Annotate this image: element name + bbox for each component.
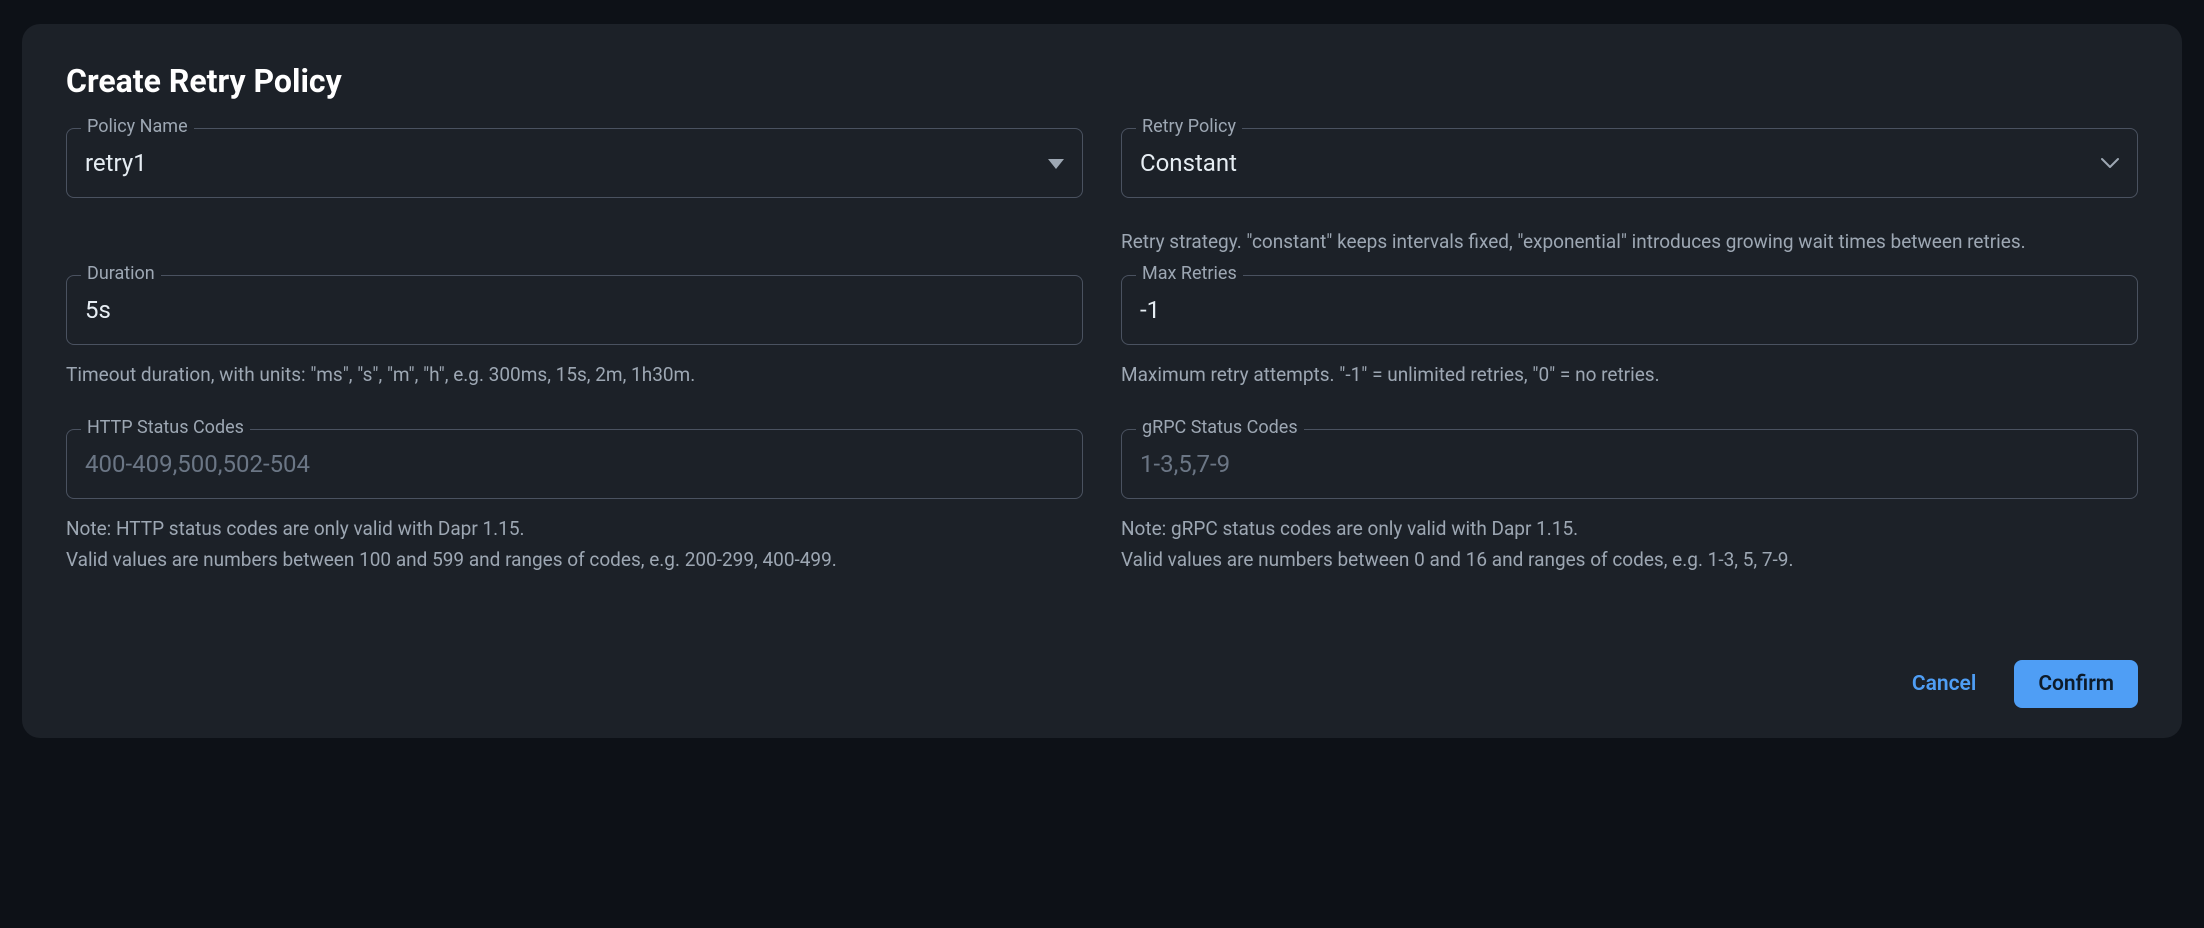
max-retries-input-wrap[interactable]: Max Retries xyxy=(1121,275,2138,345)
http-codes-field: HTTP Status Codes Note: HTTP status code… xyxy=(66,429,1083,576)
http-codes-note2: Valid values are numbers between 100 and… xyxy=(66,546,1083,575)
dialog-actions: Cancel Confirm xyxy=(66,660,2138,708)
retry-policy-input[interactable] xyxy=(1140,149,2091,177)
max-retries-input[interactable] xyxy=(1140,296,2119,324)
spacer xyxy=(66,212,1083,274)
caret-down-icon xyxy=(1048,154,1064,173)
grpc-codes-note2: Valid values are numbers between 0 and 1… xyxy=(1121,546,2138,575)
duration-input[interactable] xyxy=(85,296,1064,324)
retry-policy-helper: Retry strategy. "constant" keeps interva… xyxy=(1121,228,2138,257)
max-retries-helper: Maximum retry attempts. "-1" = unlimited… xyxy=(1121,361,2138,390)
http-codes-label: HTTP Status Codes xyxy=(81,419,250,437)
grpc-codes-note1: Note: gRPC status codes are only valid w… xyxy=(1121,515,2138,544)
http-codes-helper: Note: HTTP status codes are only valid w… xyxy=(66,515,1083,574)
retry-policy-select[interactable]: Retry Policy xyxy=(1121,128,2138,198)
duration-label: Duration xyxy=(81,265,161,283)
duration-field: Duration Timeout duration, with units: "… xyxy=(66,275,1083,416)
dialog-title: Create Retry Policy xyxy=(66,62,2138,100)
cancel-button[interactable]: Cancel xyxy=(1888,660,2000,708)
duration-helper: Timeout duration, with units: "ms", "s",… xyxy=(66,361,1083,390)
chevron-down-icon xyxy=(2101,154,2119,173)
create-retry-policy-dialog: Create Retry Policy Policy Name Retry Po… xyxy=(22,24,2182,738)
http-codes-input[interactable] xyxy=(85,450,1064,478)
page-root: Create Retry Policy Policy Name Retry Po… xyxy=(0,0,2204,928)
grpc-codes-field: gRPC Status Codes Note: gRPC status code… xyxy=(1121,429,2138,576)
retry-policy-label: Retry Policy xyxy=(1136,118,1242,136)
policy-name-select[interactable]: Policy Name xyxy=(66,128,1083,198)
retry-policy-field: Retry Policy xyxy=(1121,128,2138,198)
policy-name-input[interactable] xyxy=(85,149,1038,177)
max-retries-field: Max Retries Maximum retry attempts. "-1"… xyxy=(1121,275,2138,416)
http-codes-input-wrap[interactable]: HTTP Status Codes xyxy=(66,429,1083,499)
grpc-codes-input-wrap[interactable]: gRPC Status Codes xyxy=(1121,429,2138,499)
duration-input-wrap[interactable]: Duration xyxy=(66,275,1083,345)
policy-name-label: Policy Name xyxy=(81,118,194,136)
policy-name-field: Policy Name xyxy=(66,128,1083,198)
grpc-codes-helper: Note: gRPC status codes are only valid w… xyxy=(1121,515,2138,574)
max-retries-label: Max Retries xyxy=(1136,265,1243,283)
http-codes-note1: Note: HTTP status codes are only valid w… xyxy=(66,515,1083,544)
grpc-codes-label: gRPC Status Codes xyxy=(1136,419,1304,437)
form-grid: Policy Name Retry Policy Ret xyxy=(66,128,2138,590)
grpc-codes-input[interactable] xyxy=(1140,450,2119,478)
confirm-button[interactable]: Confirm xyxy=(2014,660,2138,708)
